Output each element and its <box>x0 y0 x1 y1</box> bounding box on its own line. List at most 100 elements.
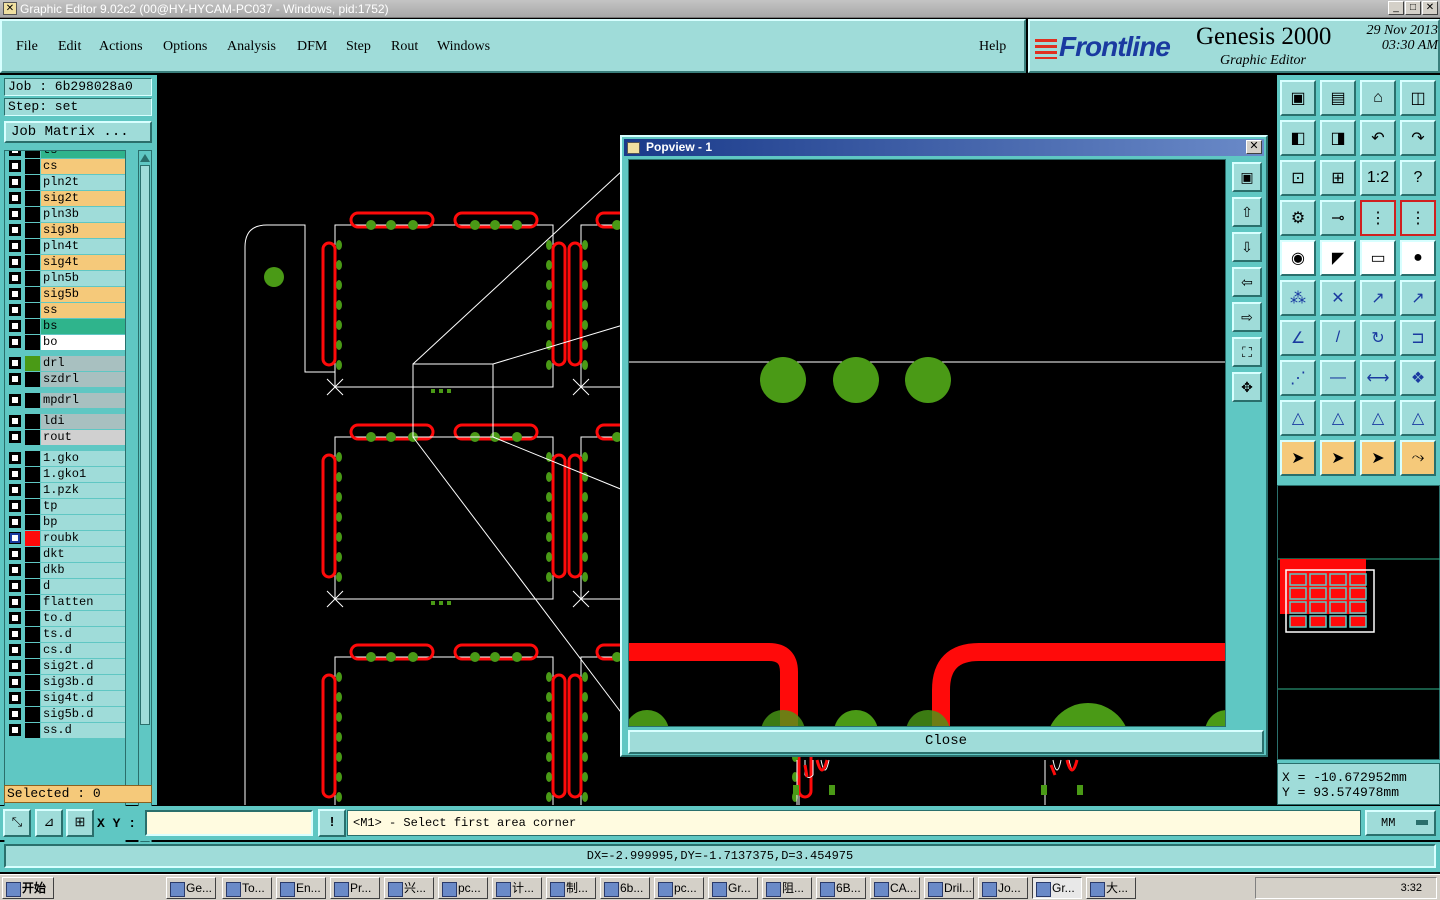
layer-checkbox[interactable] <box>9 500 21 512</box>
layer-checkbox[interactable] <box>9 676 21 688</box>
layer-row[interactable]: bs <box>5 319 125 334</box>
layer-row[interactable]: sig2t.d <box>5 659 125 674</box>
layer-color-swatch[interactable] <box>25 207 40 222</box>
taskbar-item[interactable]: pc... <box>654 877 704 899</box>
layer-name[interactable]: sig4t <box>41 255 125 270</box>
layer-row[interactable]: cs.d <box>5 643 125 658</box>
layer-color-swatch[interactable] <box>25 414 40 429</box>
layer-scrollbar[interactable] <box>138 150 152 853</box>
layer-row[interactable]: pln4t <box>5 239 125 254</box>
measure-icon[interactable]: ⊿ <box>35 809 63 837</box>
layer-checkbox[interactable] <box>9 596 21 608</box>
text-icon[interactable]: ⊐ <box>1400 320 1436 356</box>
layer-row[interactable]: sig3b <box>5 223 125 238</box>
home-icon[interactable]: ⌂ <box>1360 80 1396 116</box>
layer-row[interactable]: ss.d <box>5 723 125 738</box>
layer-name[interactable]: bo <box>41 335 125 350</box>
layer-color-swatch[interactable] <box>25 483 40 498</box>
layer-name[interactable]: sig5b <box>41 287 125 302</box>
ruler-icon[interactable]: ▭ <box>1360 240 1396 276</box>
circle-icon[interactable]: ● <box>1400 240 1436 276</box>
select-box-icon[interactable]: ➤ <box>1360 440 1396 476</box>
layer-color-swatch[interactable] <box>25 499 40 514</box>
taskbar-item[interactable]: 阻... <box>762 877 812 899</box>
layer-name[interactable]: tp <box>41 499 125 514</box>
grid-icon[interactable]: ⊞ <box>66 809 94 837</box>
settings-icon[interactable]: ⚙ <box>1280 200 1316 236</box>
net-icon[interactable]: ⤳ <box>1400 440 1436 476</box>
layer-row[interactable]: rout <box>5 430 125 445</box>
layer-color-swatch[interactable] <box>25 372 40 387</box>
connect-icon[interactable]: ⁂ <box>1280 280 1316 316</box>
add-line-icon[interactable]: ◤ <box>1320 240 1356 276</box>
layer-checkbox[interactable] <box>9 373 21 385</box>
layer-row[interactable]: 1.gko <box>5 451 125 466</box>
menu-windows[interactable]: Windows <box>437 39 490 55</box>
layer-color-swatch[interactable] <box>25 319 40 334</box>
layer-checkbox[interactable] <box>9 256 21 268</box>
layer-name[interactable]: d <box>41 579 125 594</box>
taskbar-item[interactable]: Dril... <box>924 877 974 899</box>
layer-checkbox[interactable] <box>9 320 21 332</box>
layer-name[interactable]: dkt <box>41 547 125 562</box>
job-matrix-button[interactable]: Job Matrix ... <box>4 121 152 143</box>
layer-color-swatch[interactable] <box>25 191 40 206</box>
layer-color-swatch[interactable] <box>25 467 40 482</box>
layer-compare-icon[interactable]: ⋮ <box>1360 200 1396 236</box>
layer-name[interactable]: pln5b <box>41 271 125 286</box>
move-point-icon[interactable]: ↗ <box>1360 280 1396 316</box>
split-view-icon[interactable]: ◫ <box>1400 80 1436 116</box>
layer-color-swatch[interactable] <box>25 175 40 190</box>
layer-checkbox[interactable] <box>9 415 21 427</box>
taskbar-item[interactable]: 兴... <box>384 877 434 899</box>
taskbar-item[interactable]: Jo... <box>978 877 1028 899</box>
layer-color-swatch[interactable] <box>25 151 40 158</box>
taskbar-item[interactable]: CA... <box>870 877 920 899</box>
layer-checkbox[interactable] <box>9 708 21 720</box>
line-split-icon[interactable]: — <box>1320 360 1356 396</box>
select-alt-icon[interactable]: ➤ <box>1320 440 1356 476</box>
layer-name[interactable]: to.d <box>41 611 125 626</box>
layer-checkbox[interactable] <box>9 176 21 188</box>
layer-color-swatch[interactable] <box>25 627 40 642</box>
popview-close-x[interactable]: ✕ <box>1246 140 1262 154</box>
layer-row[interactable]: tp <box>5 499 125 514</box>
layer-row[interactable]: pln5b <box>5 271 125 286</box>
layer-name[interactable]: dkb <box>41 563 125 578</box>
layer-row[interactable]: drl <box>5 356 125 371</box>
layer-name[interactable]: ss <box>41 303 125 318</box>
layer-name[interactable]: ss.d <box>41 723 125 738</box>
scroll-up-icon[interactable] <box>140 152 150 162</box>
move-line-icon[interactable]: ↗ <box>1400 280 1436 316</box>
layer-name[interactable]: szdrl <box>41 372 125 387</box>
layer-checkbox[interactable] <box>9 151 21 156</box>
layer-checkbox[interactable] <box>9 724 21 736</box>
layer-checkbox[interactable] <box>9 288 21 300</box>
taskbar-item[interactable]: Ge... <box>166 877 216 899</box>
layer-row[interactable]: pln2t <box>5 175 125 190</box>
layer-checkbox[interactable] <box>9 548 21 560</box>
rotate-icon[interactable]: ↻ <box>1360 320 1396 356</box>
layer-row[interactable]: flatten <box>5 595 125 610</box>
layer-row[interactable]: bo <box>5 335 125 350</box>
layer-row[interactable]: ts.d <box>5 627 125 642</box>
layer-color-swatch[interactable] <box>25 356 40 371</box>
layer-name[interactable]: cs <box>41 159 125 174</box>
layer-name[interactable]: sig2t <box>41 191 125 206</box>
layer-color-swatch[interactable] <box>25 303 40 318</box>
layer-name[interactable]: rout <box>41 430 125 445</box>
top-view-icon[interactable]: ▣ <box>1280 80 1316 116</box>
layer-checkbox[interactable] <box>9 394 21 406</box>
diagonal-icon[interactable]: / <box>1320 320 1356 356</box>
layer-row[interactable]: szdrl <box>5 372 125 387</box>
layer-row[interactable]: to.d <box>5 611 125 626</box>
taskbar-item[interactable]: 制... <box>546 877 596 899</box>
layer-row[interactable]: 1.pzk <box>5 483 125 498</box>
layer-name[interactable]: sig2t.d <box>41 659 125 674</box>
layer-row[interactable]: mpdrl <box>5 393 125 408</box>
xy-input[interactable] <box>145 810 313 836</box>
angle-icon[interactable]: ∠ <box>1280 320 1316 356</box>
taskbar-item[interactable]: pc... <box>438 877 488 899</box>
layer-checkbox[interactable] <box>9 692 21 704</box>
zoom-fit-icon[interactable]: ⤡ <box>3 809 31 837</box>
